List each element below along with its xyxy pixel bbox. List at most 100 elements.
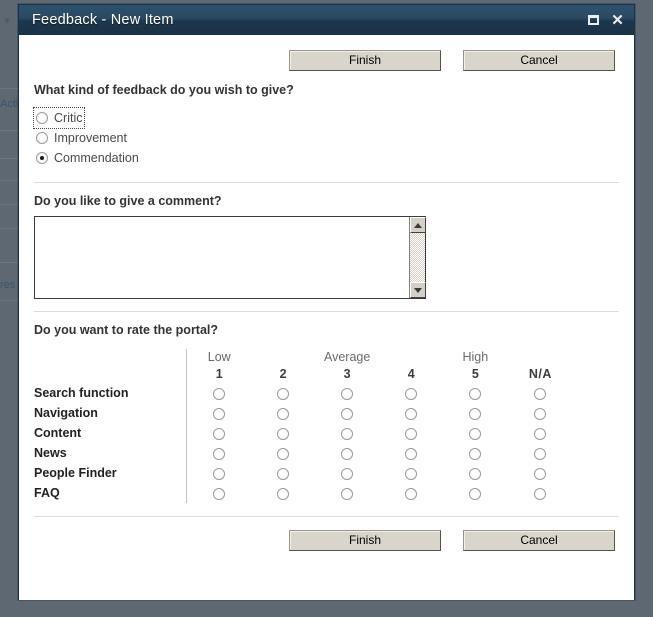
rating-cell[interactable]	[507, 403, 573, 423]
rating-cell[interactable]	[379, 443, 443, 463]
rating-cell[interactable]	[507, 383, 573, 403]
scroll-up-button[interactable]	[410, 217, 426, 233]
restore-icon	[588, 15, 599, 25]
radio-icon[interactable]	[534, 427, 547, 440]
comment-input[interactable]	[35, 217, 409, 298]
close-button[interactable]: ✕	[610, 13, 625, 28]
rating-cell[interactable]	[186, 443, 252, 463]
radio-icon[interactable]	[405, 407, 418, 420]
rating-cell[interactable]	[315, 483, 379, 503]
rating-column-caption	[251, 349, 315, 365]
rating-cell[interactable]	[443, 463, 507, 483]
radio-icon[interactable]	[341, 447, 354, 460]
radio-icon[interactable]	[277, 407, 290, 420]
radio-icon[interactable]	[469, 427, 482, 440]
rating-cell[interactable]	[251, 443, 315, 463]
rating-cell[interactable]	[379, 383, 443, 403]
rating-header-row: Low 1 2 Average 3 4 High 5 N/A	[34, 349, 574, 383]
question2-label: Do you like to give a comment?	[34, 194, 222, 208]
radio-icon[interactable]	[534, 467, 547, 480]
radio-icon[interactable]	[213, 467, 226, 480]
radio-icon[interactable]	[213, 407, 226, 420]
radio-icon[interactable]	[534, 487, 547, 500]
radio-icon[interactable]	[36, 112, 48, 124]
feedback-type-option-2[interactable]: Commendation	[34, 148, 141, 168]
rating-cell[interactable]	[443, 483, 507, 503]
radio-icon[interactable]	[36, 152, 48, 164]
rating-cell[interactable]	[186, 403, 252, 423]
cancel-button-top[interactable]: Cancel	[463, 50, 615, 71]
rating-cell[interactable]	[507, 443, 573, 463]
rating-cell[interactable]	[379, 463, 443, 483]
radio-icon[interactable]	[469, 407, 482, 420]
restore-button[interactable]	[586, 13, 601, 28]
radio-icon[interactable]	[277, 447, 290, 460]
radio-icon[interactable]	[213, 387, 226, 400]
radio-icon[interactable]	[341, 467, 354, 480]
radio-icon[interactable]	[213, 447, 226, 460]
feedback-type-option-0[interactable]: Critic	[32, 107, 86, 129]
rating-cell[interactable]	[507, 483, 573, 503]
radio-icon[interactable]	[405, 467, 418, 480]
rating-cell[interactable]	[251, 483, 315, 503]
comment-scrollbar[interactable]	[409, 217, 426, 298]
feedback-type-option-1[interactable]: Improvement	[34, 128, 129, 148]
rating-cell[interactable]	[251, 383, 315, 403]
finish-button-bottom[interactable]: Finish	[289, 530, 441, 551]
radio-icon[interactable]	[341, 427, 354, 440]
radio-icon[interactable]	[469, 387, 482, 400]
rating-cell[interactable]	[507, 423, 573, 443]
rating-cell[interactable]	[379, 423, 443, 443]
rating-cell[interactable]	[507, 463, 573, 483]
radio-icon[interactable]	[277, 467, 290, 480]
radio-icon[interactable]	[469, 467, 482, 480]
rating-cell[interactable]	[315, 383, 379, 403]
rating-cell[interactable]	[315, 423, 379, 443]
rating-cell[interactable]	[186, 383, 252, 403]
rating-row-label: People Finder	[34, 466, 117, 480]
radio-icon[interactable]	[277, 387, 290, 400]
rating-cell[interactable]	[443, 443, 507, 463]
rating-cell[interactable]	[315, 443, 379, 463]
rating-cell[interactable]	[186, 423, 252, 443]
rating-row-label: Content	[34, 426, 82, 440]
finish-button-top[interactable]: Finish	[289, 50, 441, 71]
radio-icon[interactable]	[213, 427, 226, 440]
radio-icon[interactable]	[469, 447, 482, 460]
rating-cell[interactable]	[251, 423, 315, 443]
rating-cell[interactable]	[443, 383, 507, 403]
radio-icon[interactable]	[469, 487, 482, 500]
radio-icon[interactable]	[341, 387, 354, 400]
radio-icon[interactable]	[534, 387, 547, 400]
rating-cell[interactable]	[315, 403, 379, 423]
rating-cell[interactable]	[251, 403, 315, 423]
radio-icon[interactable]	[341, 407, 354, 420]
rating-column-caption: High	[462, 350, 489, 364]
feedback-type-option-label: Improvement	[54, 131, 127, 145]
scroll-down-button[interactable]	[410, 282, 426, 298]
rating-cell[interactable]	[379, 483, 443, 503]
cancel-button-bottom[interactable]: Cancel	[463, 530, 615, 551]
rating-cell[interactable]	[315, 463, 379, 483]
rating-cell[interactable]	[443, 403, 507, 423]
radio-icon[interactable]	[213, 487, 226, 500]
radio-icon[interactable]	[341, 487, 354, 500]
radio-icon[interactable]	[534, 407, 547, 420]
radio-icon[interactable]	[405, 427, 418, 440]
question1-label: What kind of feedback do you wish to giv…	[34, 83, 294, 97]
rating-cell[interactable]	[186, 483, 252, 503]
radio-icon[interactable]	[277, 487, 290, 500]
radio-icon[interactable]	[405, 387, 418, 400]
radio-icon[interactable]	[405, 447, 418, 460]
rating-cell[interactable]	[186, 463, 252, 483]
rating-column-header-NA: N/A	[507, 349, 573, 383]
rating-row-label: News	[34, 446, 67, 460]
rating-cell[interactable]	[251, 463, 315, 483]
rating-cell[interactable]	[443, 423, 507, 443]
radio-icon[interactable]	[277, 427, 290, 440]
radio-icon[interactable]	[405, 487, 418, 500]
rating-column-caption: Average	[323, 350, 371, 364]
radio-icon[interactable]	[534, 447, 547, 460]
rating-cell[interactable]	[379, 403, 443, 423]
radio-icon[interactable]	[36, 132, 48, 144]
